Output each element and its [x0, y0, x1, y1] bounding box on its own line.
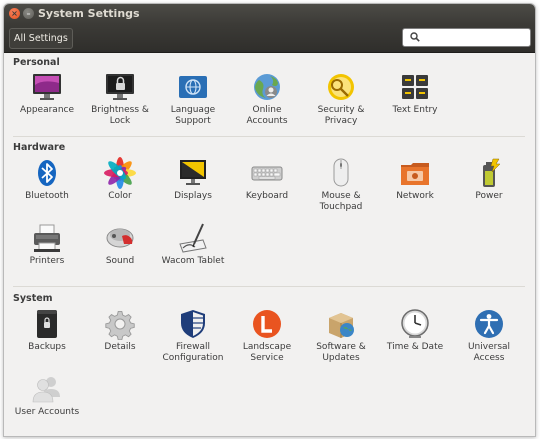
item-label: Software & Updates — [316, 342, 366, 363]
item-details[interactable]: Details — [84, 308, 156, 353]
firewall-icon — [181, 310, 205, 338]
item-keyboard[interactable]: Keyboard — [231, 157, 303, 202]
toolbar: All Settings — [4, 24, 535, 53]
item-label: Time & Date — [386, 342, 444, 352]
time-date-icon — [401, 309, 429, 338]
item-label: Language Support — [170, 105, 216, 126]
item-label: Printers — [29, 256, 65, 266]
item-label: Online Accounts — [246, 105, 288, 126]
item-label: User Accounts — [14, 407, 80, 417]
item-landscape-service[interactable]: Landscape Service — [231, 308, 303, 364]
section-heading-hardware: Hardware — [13, 142, 66, 153]
item-label: Security & Privacy — [317, 105, 365, 126]
bluetooth-icon — [38, 160, 56, 186]
item-label: Details — [104, 342, 136, 352]
mouse-touchpad-icon — [333, 158, 349, 187]
item-wacom-tablet[interactable]: Wacom Tablet — [157, 222, 229, 267]
item-mouse-touchpad[interactable]: Mouse & Touchpad — [305, 157, 377, 213]
item-sound[interactable]: Sound — [84, 222, 156, 267]
search-input[interactable] — [425, 30, 525, 44]
system-settings-window: × – System Settings All Settings Persona… — [3, 3, 536, 437]
text-entry-icon — [402, 75, 428, 99]
search-field[interactable] — [402, 28, 531, 47]
item-label: Backups — [28, 342, 66, 352]
user-accounts-icon — [32, 377, 60, 403]
item-label: Power — [475, 191, 503, 201]
item-time-date[interactable]: Time & Date — [379, 308, 451, 353]
displays-icon — [180, 160, 206, 185]
item-label: Appearance — [19, 105, 75, 115]
printers-icon — [34, 224, 60, 252]
wacom-tablet-icon — [179, 223, 207, 253]
item-label: Brightness & Lock — [91, 105, 149, 126]
item-firewall[interactable]: Firewall Configuration — [157, 308, 229, 364]
keyboard-icon — [251, 166, 283, 181]
item-label: Wacom Tablet — [161, 256, 225, 266]
item-network[interactable]: Network — [379, 157, 451, 202]
language-support-icon — [179, 76, 207, 98]
item-label: Universal Access — [467, 342, 511, 363]
item-brightness-lock[interactable]: Brightness & Lock — [84, 71, 156, 127]
brightness-lock-icon — [106, 74, 134, 100]
item-label: Bluetooth — [25, 191, 69, 201]
item-appearance[interactable]: Appearance — [11, 71, 83, 116]
section-divider — [13, 286, 525, 287]
item-color[interactable]: Color — [84, 157, 156, 202]
section-divider — [13, 136, 525, 137]
item-user-accounts[interactable]: User Accounts — [11, 373, 83, 418]
item-software-updates[interactable]: Software & Updates — [305, 308, 377, 364]
window-title: System Settings — [38, 7, 140, 20]
power-icon — [483, 158, 501, 187]
item-label: Text Entry — [392, 105, 438, 115]
item-displays[interactable]: Displays — [157, 157, 229, 202]
section-heading-personal: Personal — [13, 57, 60, 68]
item-power[interactable]: Power — [453, 157, 525, 202]
settings-content: Personal Appearance Brightness & Lock La… — [4, 53, 535, 436]
section-heading-system: System — [13, 293, 53, 304]
all-settings-button[interactable]: All Settings — [9, 28, 73, 49]
item-online-accounts[interactable]: Online Accounts — [231, 71, 303, 127]
landscape-icon — [253, 310, 281, 338]
item-label: Keyboard — [245, 191, 289, 201]
appearance-icon — [33, 74, 61, 100]
close-window-button[interactable]: × — [9, 8, 20, 19]
item-label: Sound — [105, 256, 135, 266]
item-security-privacy[interactable]: Security & Privacy — [305, 71, 377, 127]
item-language-support[interactable]: Language Support — [157, 71, 229, 127]
item-printers[interactable]: Printers — [11, 222, 83, 267]
item-universal-access[interactable]: Universal Access — [453, 308, 525, 364]
software-updates-icon — [329, 313, 354, 338]
item-label: Color — [108, 191, 132, 201]
search-icon — [410, 32, 420, 42]
item-text-entry[interactable]: Text Entry — [379, 71, 451, 116]
item-backups[interactable]: Backups — [11, 308, 83, 353]
item-label: Mouse & Touchpad — [319, 191, 363, 212]
minimize-window-button[interactable]: – — [23, 8, 34, 19]
online-accounts-icon — [254, 74, 280, 100]
item-label: Landscape Service — [242, 342, 292, 363]
sound-icon — [106, 228, 134, 248]
backups-icon — [37, 310, 57, 338]
color-icon — [104, 157, 136, 189]
details-icon — [105, 310, 135, 340]
universal-access-icon — [475, 310, 503, 338]
item-label: Network — [396, 191, 434, 201]
item-label: Firewall Configuration — [162, 342, 224, 363]
network-icon — [401, 163, 429, 185]
item-label: Displays — [174, 191, 212, 201]
item-bluetooth[interactable]: Bluetooth — [11, 157, 83, 202]
security-privacy-icon — [328, 74, 354, 100]
titlebar: × – System Settings — [4, 4, 535, 24]
